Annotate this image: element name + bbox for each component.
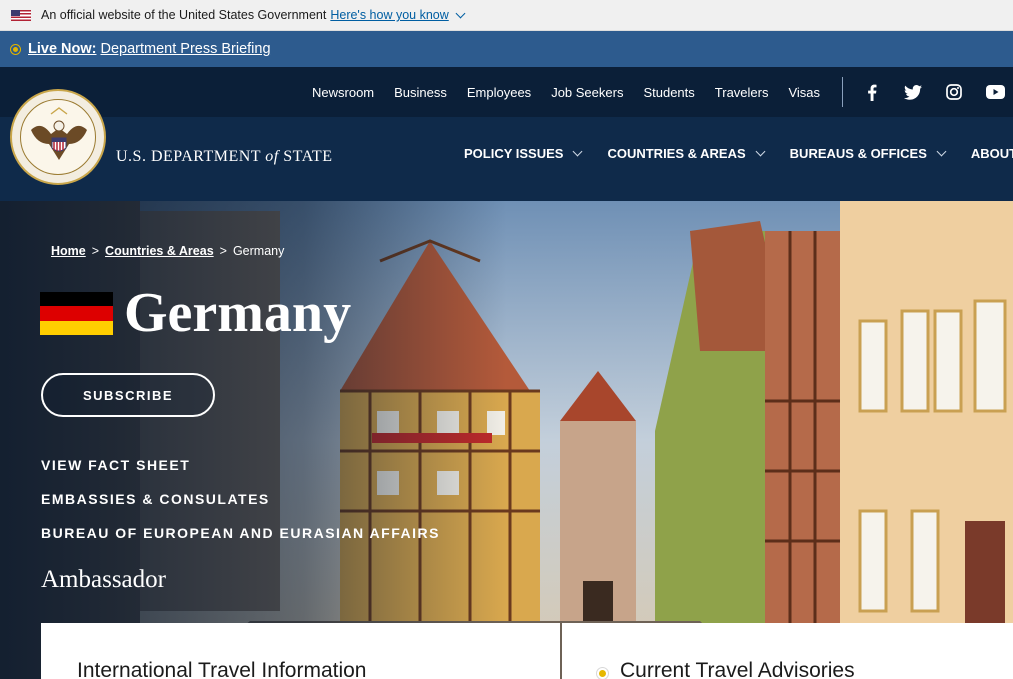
hero-links: VIEW FACT SHEET EMBASSIES & CONSULATES B… <box>41 457 440 559</box>
chevron-down-icon[interactable] <box>455 8 466 18</box>
nav-newsroom[interactable]: Newsroom <box>312 85 374 100</box>
breadcrumb-separator: > <box>91 244 100 258</box>
flag-stripe-gold <box>40 320 113 335</box>
utility-nav: Newsroom Business Employees Job Seekers … <box>302 67 830 117</box>
chevron-down-icon <box>936 146 947 157</box>
brand-suffix: STATE <box>283 148 333 165</box>
heres-how-you-know-link[interactable]: Here's how you know <box>330 8 448 22</box>
twitter-icon[interactable] <box>903 82 923 102</box>
breadcrumb: Home > Countries & Areas > Germany <box>51 244 284 258</box>
nav-travelers[interactable]: Travelers <box>715 85 769 100</box>
nav-countries-areas-label: COUNTRIES & AREAS <box>607 146 746 161</box>
department-seal-logo[interactable] <box>10 89 106 185</box>
nav-business[interactable]: Business <box>394 85 447 100</box>
view-fact-sheet-link[interactable]: VIEW FACT SHEET <box>41 457 440 491</box>
facebook-icon[interactable] <box>862 82 882 102</box>
flag-stripe-red <box>40 306 113 321</box>
main-nav: POLICY ISSUES COUNTRIES & AREAS BUREAUS … <box>464 146 1013 161</box>
brand-prefix: U.S. DEPARTMENT <box>116 148 261 165</box>
nav-bureaus-offices[interactable]: BUREAUS & OFFICES <box>789 146 947 161</box>
seal-ring <box>20 99 96 175</box>
chevron-down-icon <box>573 146 583 157</box>
nav-students[interactable]: Students <box>643 85 694 100</box>
nav-policy-issues[interactable]: POLICY ISSUES <box>464 146 583 161</box>
travel-info-card: International Travel Information <box>41 623 560 679</box>
nav-about-label: ABOUT <box>970 146 1013 161</box>
travel-advisories-card: Current Travel Advisories <box>562 623 1013 679</box>
germany-flag-icon <box>40 292 113 335</box>
brand-of: of <box>265 148 279 165</box>
embassies-consulates-link[interactable]: EMBASSIES & CONSULATES <box>41 491 440 525</box>
hero-section: Home > Countries & Areas > Germany Germa… <box>0 201 1013 679</box>
hero-background-image <box>0 201 1013 679</box>
nav-bureaus-offices-label: BUREAUS & OFFICES <box>789 146 927 161</box>
chevron-down-icon <box>755 146 766 157</box>
eagle-icon <box>31 107 87 160</box>
breadcrumb-countries-areas[interactable]: Countries & Areas <box>105 244 214 258</box>
advisory-level-icon <box>597 668 608 679</box>
live-now-bar[interactable]: Live Now: Department Press Briefing <box>0 31 1013 67</box>
site-brand[interactable]: U.S. DEPARTMENT of STATE <box>116 148 332 166</box>
live-indicator-icon <box>11 44 20 54</box>
live-now-label[interactable]: Live Now: <box>28 41 96 57</box>
social-links <box>862 67 1013 117</box>
live-now-link[interactable]: Department Press Briefing <box>100 41 270 57</box>
nav-job-seekers[interactable]: Job Seekers <box>551 85 623 100</box>
flag-stripe-black <box>40 292 113 307</box>
nav-about[interactable]: ABOUT <box>971 146 1013 161</box>
nav-employees[interactable]: Employees <box>467 85 531 100</box>
breadcrumb-current: Germany <box>232 244 285 258</box>
nav-divider <box>842 77 843 107</box>
breadcrumb-separator: > <box>219 244 227 258</box>
breadcrumb-home[interactable]: Home <box>51 244 86 258</box>
youtube-icon[interactable] <box>985 82 1005 102</box>
nav-countries-areas[interactable]: COUNTRIES & AREAS <box>607 146 766 161</box>
nav-policy-issues-label: POLICY ISSUES <box>464 146 564 161</box>
travel-advisories-title[interactable]: Current Travel Advisories <box>620 659 855 679</box>
ambassador-heading: Ambassador <box>41 566 166 593</box>
subscribe-button[interactable]: SUBSCRIBE <box>41 373 215 417</box>
gov-banner-text: An official website of the United States… <box>41 8 327 22</box>
european-eurasian-affairs-link[interactable]: BUREAU OF EUROPEAN AND EURASIAN AFFAIRS <box>41 525 440 559</box>
gov-banner: An official website of the United States… <box>0 0 1013 31</box>
travel-info-title[interactable]: International Travel Information <box>77 659 367 679</box>
instagram-icon[interactable] <box>944 82 964 102</box>
site-header: Newsroom Business Employees Job Seekers … <box>0 67 1013 201</box>
page-title: Germany <box>124 282 352 344</box>
nav-visas[interactable]: Visas <box>788 85 820 100</box>
us-flag-icon <box>11 9 31 21</box>
